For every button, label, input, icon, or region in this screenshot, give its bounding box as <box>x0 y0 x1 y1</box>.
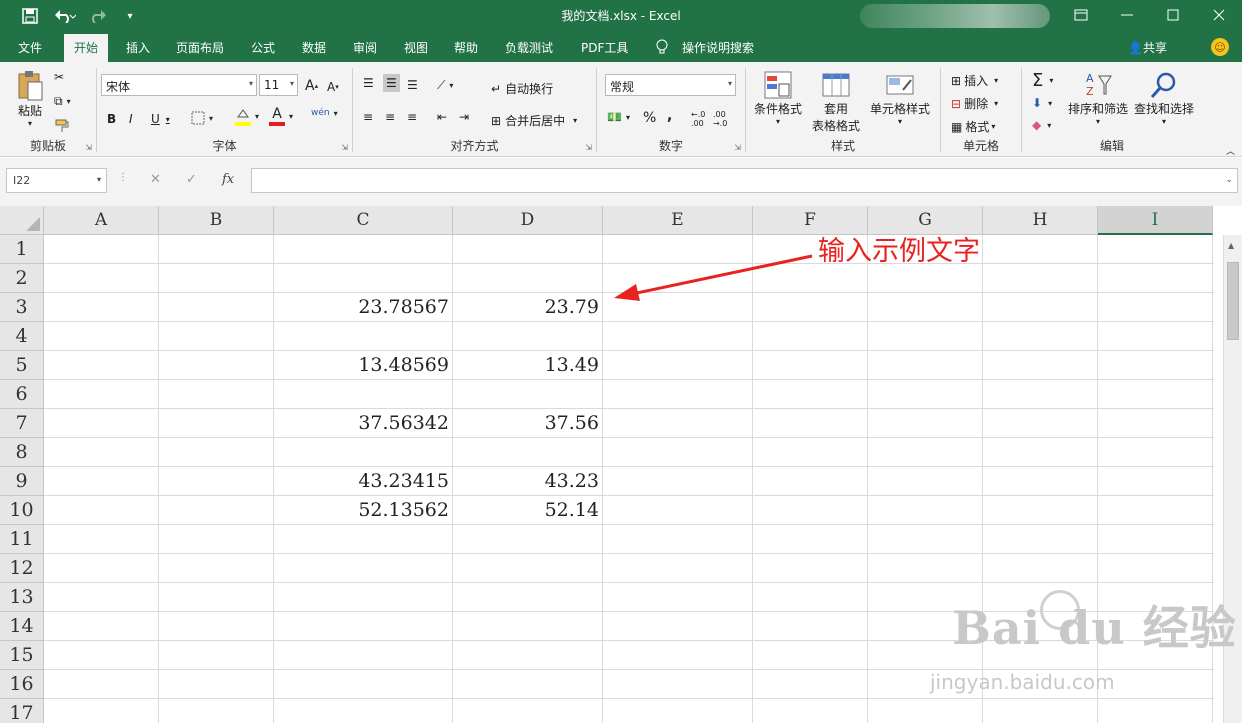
watermark-url: jingyan.baidu.com <box>930 670 1115 694</box>
annotation-text: 输入示例文字 <box>818 236 980 267</box>
watermark-logo: Bai du 经验 <box>952 601 1237 655</box>
